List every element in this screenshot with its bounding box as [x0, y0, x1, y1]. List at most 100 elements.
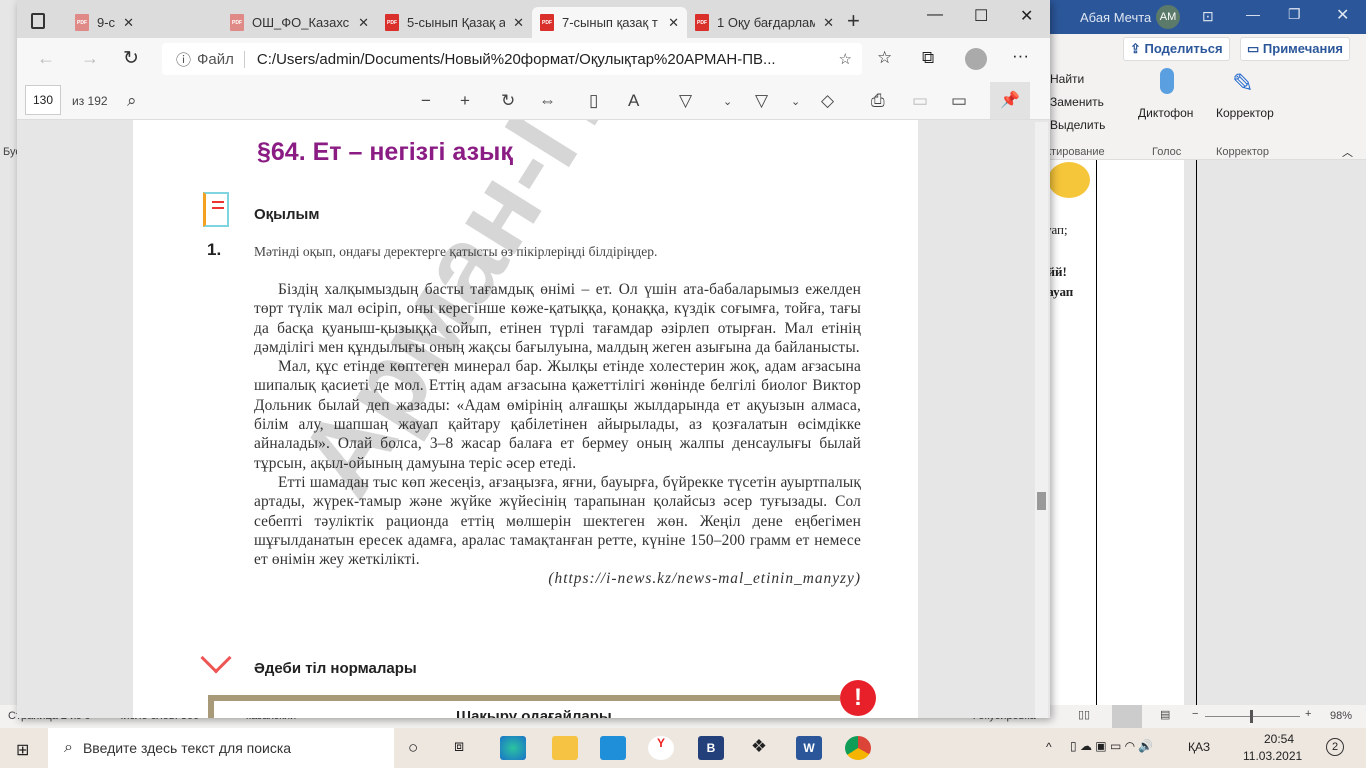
zoom-out[interactable]: −: [1192, 708, 1198, 720]
box-border: [208, 695, 214, 718]
tab[interactable]: PDF 1 Оқу бағдарлам ✕: [687, 7, 842, 38]
read-mode-icon[interactable]: ▯▯: [1078, 708, 1090, 721]
box-border: [208, 695, 840, 701]
dictate-button[interactable]: Диктофон: [1138, 106, 1193, 120]
clock-time[interactable]: 20:54: [1264, 732, 1294, 746]
close-tab-icon[interactable]: ✕: [513, 15, 524, 31]
save-as-icon[interactable]: ▭: [951, 91, 967, 111]
minimize-button[interactable]: —: [1246, 6, 1260, 22]
draw-icon[interactable]: ▽: [679, 91, 692, 111]
close-tab-icon[interactable]: ✕: [358, 15, 369, 31]
tab-strip: PDF 9-сынып қазақ т ✕ PDF ОШ_ФО_Казахск ✕ PD…: [17, 0, 1050, 38]
tab-label: 5-сынып Қазақ а: [407, 15, 506, 30]
maximize-button[interactable]: ☐: [974, 6, 988, 26]
clock-date[interactable]: 11.03.2021: [1243, 749, 1302, 763]
editor-group-label: Корректор: [1216, 146, 1269, 158]
comments-button[interactable]: ▭ Примечания: [1240, 37, 1350, 61]
ribbon-display-icon[interactable]: ⊡: [1202, 8, 1214, 25]
page-view-icon[interactable]: ▯: [589, 91, 598, 111]
zoom-in[interactable]: +: [1305, 708, 1311, 720]
editor-button[interactable]: Корректор: [1216, 106, 1274, 120]
close-button[interactable]: ✕: [1336, 5, 1349, 25]
voice-group-label: Голос: [1152, 146, 1182, 158]
find-button[interactable]: Найти: [1050, 72, 1084, 86]
show-hidden-icons[interactable]: ^: [1046, 740, 1052, 754]
tab[interactable]: PDF 5-сынып Қазақ а ✕: [377, 7, 532, 38]
close-tab-icon[interactable]: ✕: [823, 15, 834, 31]
print-icon[interactable]: ⎙: [871, 91, 885, 111]
more-icon[interactable]: ···: [1012, 46, 1029, 66]
tab[interactable]: PDF 9-сынып қазақ т ✕: [67, 7, 142, 38]
share-button[interactable]: ⇪ Поделиться: [1123, 37, 1230, 61]
zoom-in-button[interactable]: +: [460, 91, 470, 111]
avatar[interactable]: АМ: [1156, 5, 1180, 29]
url-text[interactable]: C:/Users/admin/Documents/Новый%20формат/…: [245, 51, 839, 68]
minimize-button[interactable]: —: [927, 6, 943, 24]
profile-icon[interactable]: [965, 48, 987, 70]
highlight-icon[interactable]: ▽: [755, 91, 768, 111]
taskbar-search[interactable]: ⌕ Введите здесь текст для поиска: [48, 728, 394, 768]
pdf-page: Арман-ПВ баспасы §64. Ет – негізгі азық …: [133, 120, 918, 718]
collapse-ribbon-icon[interactable]: ︿: [1342, 144, 1353, 160]
forward-button[interactable]: →: [81, 48, 99, 69]
zoom-level[interactable]: 98%: [1330, 710, 1352, 722]
input-language[interactable]: ҚАЗ: [1188, 740, 1210, 754]
zoom-out-button[interactable]: −: [421, 91, 431, 111]
mail-icon[interactable]: [600, 736, 626, 760]
notifications-badge[interactable]: 2: [1326, 738, 1344, 756]
draw-dropdown-icon[interactable]: ⌄: [723, 95, 732, 108]
close-tab-icon[interactable]: ✕: [668, 15, 679, 31]
tab-actions-icon[interactable]: [31, 13, 45, 29]
search-icon: ⌕: [64, 739, 73, 756]
search-placeholder[interactable]: Введите здесь текст для поиска: [83, 740, 291, 756]
eraser-icon[interactable]: ◇: [821, 91, 834, 111]
replace-button[interactable]: Заменить: [1050, 95, 1104, 109]
print-layout-icon[interactable]: [1112, 705, 1142, 728]
tab[interactable]: PDF ОШ_ФО_Казахск ✕: [222, 7, 377, 38]
tab-active[interactable]: PDF 7-сынып қазақ т ✕: [532, 7, 687, 38]
pin-toolbar-icon[interactable]: 📌: [990, 82, 1030, 119]
file-explorer-icon[interactable]: [552, 736, 578, 760]
windows-start-icon[interactable]: ⊞: [16, 740, 29, 760]
save-icon[interactable]: ▭: [912, 91, 928, 111]
highlight-dropdown-icon[interactable]: ⌄: [791, 95, 800, 108]
dropbox-icon[interactable]: ❖: [746, 736, 772, 760]
browser-window: PDF 9-сынып қазақ т ✕ PDF ОШ_ФО_Казахск ✕ PD…: [17, 0, 1050, 718]
page-number-input[interactable]: 130: [25, 85, 61, 115]
tray-icons[interactable]: ▯ ☁ ▣ ▭ ◠ 🔊: [1070, 739, 1153, 753]
rotate-icon[interactable]: ↻: [501, 91, 515, 111]
comment-icon: ▭: [1247, 41, 1263, 56]
task-view-icon[interactable]: ⧈: [454, 738, 464, 756]
refresh-button[interactable]: ↻: [123, 47, 139, 70]
info-icon[interactable]: ⓘ: [176, 49, 191, 70]
vk-icon[interactable]: B: [698, 736, 724, 760]
select-button[interactable]: Выделить: [1050, 118, 1105, 132]
paragraph: Мал, құс етінде көптеген минерал бар. Жы…: [254, 358, 861, 472]
word-app-icon[interactable]: W: [796, 736, 822, 760]
close-tab-icon[interactable]: ✕: [123, 15, 134, 31]
zoom-slider-thumb[interactable]: [1250, 710, 1253, 723]
close-button[interactable]: ✕: [1020, 6, 1033, 26]
edge-app-icon[interactable]: [500, 736, 526, 760]
add-favorite-icon[interactable]: ☆: [839, 50, 852, 68]
table-border: [1096, 160, 1097, 705]
source-link: (https://i-news.kz/news-mal_etinin_manyz…: [548, 570, 861, 588]
favorites-icon[interactable]: ☆: [877, 48, 892, 68]
back-button[interactable]: ←: [37, 48, 55, 69]
yandex-icon[interactable]: Y: [648, 736, 674, 760]
address-input[interactable]: ⓘ Файл C:/Users/admin/Documents/Новый%20…: [162, 43, 862, 75]
paragraph: Етті шамадан тыс көп жесеңіз, ағзаңызға,…: [254, 473, 861, 569]
section-heading: Оқылым: [254, 206, 320, 223]
web-layout-icon[interactable]: ▤: [1160, 708, 1170, 721]
chrome-icon[interactable]: [845, 736, 871, 760]
new-tab-button[interactable]: +: [847, 8, 860, 34]
read-aloud-icon[interactable]: A: [628, 91, 639, 111]
fit-page-icon[interactable]: ⇔: [539, 91, 556, 111]
scrollbar-thumb[interactable]: [1037, 492, 1046, 510]
collections-icon[interactable]: ⧉: [922, 48, 934, 68]
cortana-icon[interactable]: ○: [408, 738, 418, 758]
search-icon[interactable]: ⌕: [127, 91, 137, 111]
word-page: ауап; ийй! кауап: [1040, 160, 1197, 705]
restore-button[interactable]: ❐: [1288, 6, 1301, 23]
scrollbar[interactable]: [1035, 122, 1048, 718]
